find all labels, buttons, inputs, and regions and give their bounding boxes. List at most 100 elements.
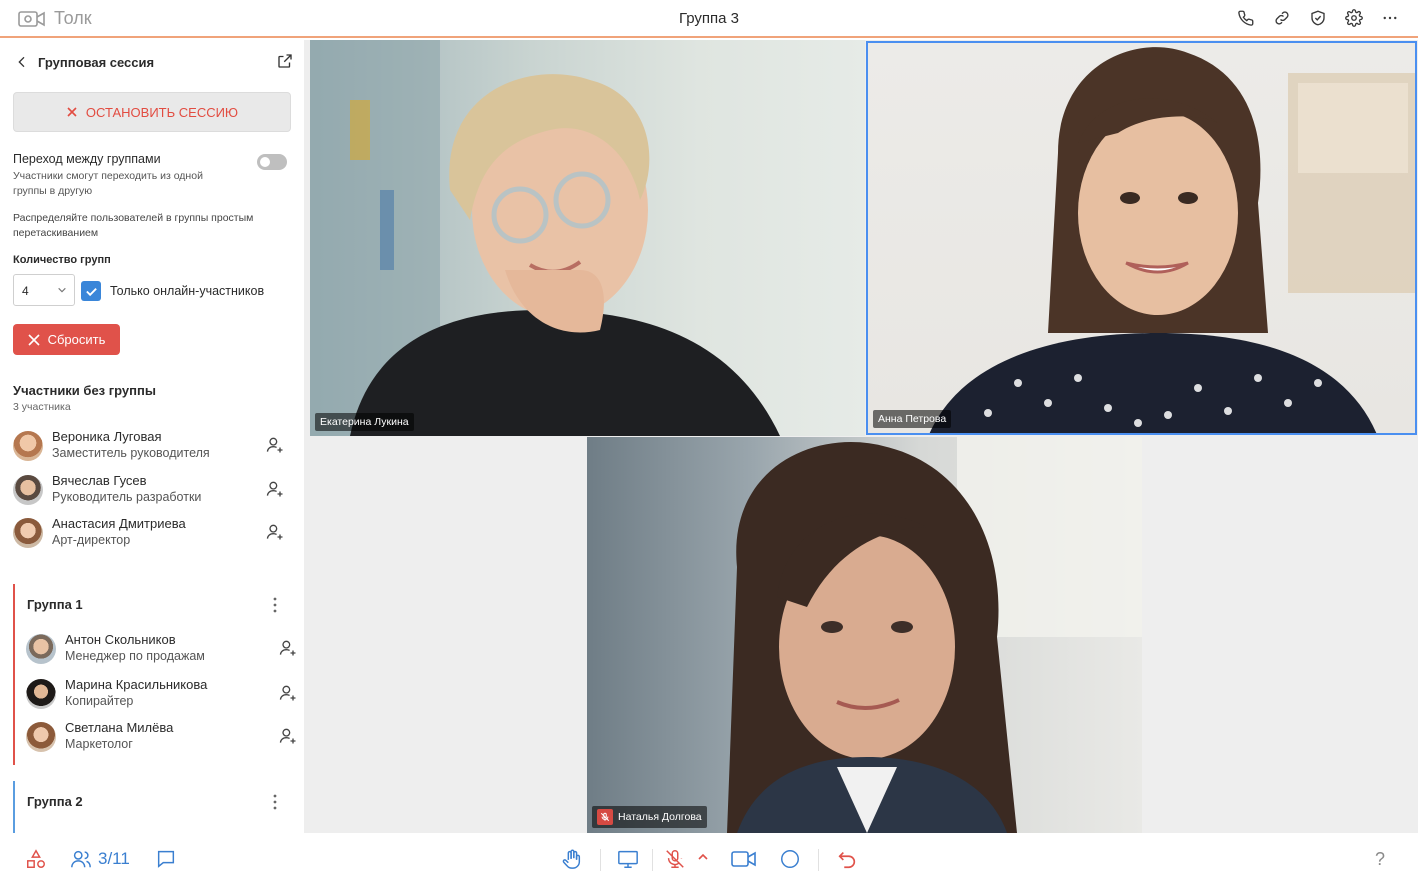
video-stage: Екатерина Лукина Анна Петрова Наталья До…	[304, 40, 1418, 833]
participant-video	[727, 437, 1142, 833]
participant-label: Анна Петрова	[873, 410, 952, 428]
reset-button[interactable]: Сбросить	[13, 324, 120, 355]
record-icon	[781, 850, 799, 868]
sidebar-header: Групповая сессия	[14, 50, 294, 74]
participant-video	[929, 47, 1415, 433]
list-item[interactable]: Марина Красильникова Копирайтер	[26, 677, 304, 713]
chevron-left-icon[interactable]	[14, 53, 32, 71]
chevron-up-icon	[698, 853, 708, 860]
video-camera-icon	[731, 851, 756, 867]
group-count-value: 4	[22, 284, 29, 298]
participants-button[interactable]: 3/11	[70, 848, 130, 870]
record-button[interactable]	[779, 848, 801, 870]
stop-session-label: ОСТАНОВИТЬ СЕССИЮ	[85, 104, 239, 120]
users-icon	[71, 850, 91, 868]
chat-icon	[157, 850, 175, 868]
reset-label: Сбросить	[47, 332, 106, 347]
participant-name: Вячеслав Гусев	[52, 473, 147, 488]
add-user-icon[interactable]	[265, 522, 285, 542]
ungrouped-count: 3 участника	[13, 401, 71, 413]
external-link-icon[interactable]	[276, 52, 294, 70]
shield-check-icon[interactable]	[1308, 8, 1328, 28]
video-tile[interactable]: Екатерина Лукина	[310, 40, 865, 436]
avatar	[13, 518, 43, 548]
link-icon[interactable]	[1272, 8, 1292, 28]
participant-role: Арт-директор	[52, 533, 131, 547]
leave-button[interactable]	[836, 848, 858, 870]
list-item[interactable]: Светлана Милёва Маркетолог	[26, 720, 304, 756]
group-card-1[interactable]: Группа 1 Антон Скольников Менеджер по пр…	[13, 584, 304, 765]
participant-name: Вероника Луговая	[52, 429, 162, 444]
add-user-icon[interactable]	[265, 435, 285, 455]
more-vertical-icon[interactable]	[268, 793, 282, 811]
participant-name: Анастасия Дмитриева	[52, 516, 186, 531]
drag-hint: Распределяйте пользователей в группы про…	[13, 212, 254, 239]
mic-off-icon	[597, 809, 613, 825]
close-icon	[28, 333, 40, 346]
check-icon	[85, 287, 97, 296]
video-tile-active[interactable]: Анна Петрова	[866, 41, 1417, 435]
participant-label: Наталья Долгова	[592, 806, 707, 828]
microphone-button[interactable]	[664, 848, 686, 870]
hand-icon	[562, 849, 581, 869]
avatar	[26, 679, 56, 709]
gear-icon[interactable]	[1344, 8, 1364, 28]
phone-icon[interactable]	[1236, 8, 1256, 28]
group-title: Группа 2	[27, 794, 83, 809]
help-button[interactable]: ?	[1375, 849, 1385, 870]
add-user-icon[interactable]	[278, 683, 298, 703]
monitor-icon	[618, 850, 638, 868]
group-switch-toggle[interactable]	[257, 154, 287, 170]
group-count-select[interactable]: 4	[13, 274, 75, 306]
group-switch-label: Переход между группами	[13, 152, 161, 166]
top-actions	[1236, 8, 1400, 28]
top-bar: Толк Группа 3	[0, 0, 1418, 38]
video-tile[interactable]: Наталья Долгова	[587, 437, 1142, 833]
divider	[600, 849, 601, 871]
more-horizontal-icon[interactable]	[1380, 8, 1400, 28]
return-icon	[838, 851, 856, 869]
group-count-label: Количество групп	[13, 254, 111, 266]
participant-name: Светлана Милёва	[65, 720, 174, 735]
stop-session-button[interactable]: ОСТАНОВИТЬ СЕССИЮ	[13, 92, 291, 132]
avatar	[26, 722, 56, 752]
participant-name: Анна Петрова	[878, 413, 947, 425]
sidebar-title: Групповая сессия	[38, 54, 155, 70]
participant-label: Екатерина Лукина	[315, 413, 414, 431]
close-icon	[67, 107, 77, 117]
participant-role: Копирайтер	[65, 694, 134, 708]
avatar	[13, 475, 43, 505]
online-only-checkbox[interactable]	[81, 281, 101, 301]
raise-hand-button[interactable]	[561, 848, 583, 870]
screen-share-button[interactable]	[617, 848, 639, 870]
shapes-icon	[27, 849, 45, 868]
list-item[interactable]: Вероника Луговая Заместитель руководител…	[13, 429, 291, 465]
participant-name: Екатерина Лукина	[320, 416, 409, 428]
chat-button[interactable]	[155, 848, 177, 870]
session-sidebar: Групповая сессия ОСТАНОВИТЬ СЕССИЮ Перех…	[0, 40, 304, 833]
participant-role: Маркетолог	[65, 737, 133, 751]
participants-count: 3/11	[98, 849, 130, 868]
add-user-icon[interactable]	[265, 479, 285, 499]
app-window: Толк Группа 3 Групповая сессия ОСТАНОВИТ…	[0, 0, 1418, 887]
participant-role: Заместитель руководителя	[52, 446, 210, 460]
add-user-icon[interactable]	[278, 726, 298, 746]
add-user-icon[interactable]	[278, 638, 298, 658]
online-only-label: Только онлайн-участников	[110, 284, 265, 298]
shapes-button[interactable]	[25, 848, 47, 870]
bottom-toolbar: 3/11 ?	[0, 833, 1418, 887]
group-card-2[interactable]: Группа 2	[13, 781, 304, 833]
camera-button[interactable]	[731, 848, 757, 870]
chevron-down-icon	[58, 287, 66, 293]
list-item[interactable]: Анастасия Дмитриева Арт-директор	[13, 516, 291, 552]
list-item[interactable]: Антон Скольников Менеджер по продажам	[26, 632, 304, 668]
more-vertical-icon[interactable]	[268, 596, 282, 614]
avatar	[13, 431, 43, 461]
mic-options-button[interactable]	[697, 851, 709, 863]
participant-video	[310, 40, 780, 436]
list-item[interactable]: Вячеслав Гусев Руководитель разработки	[13, 473, 291, 509]
participant-name: Антон Скольников	[65, 632, 176, 647]
help-label: ?	[1375, 849, 1386, 869]
divider	[818, 849, 819, 871]
participant-name: Наталья Долгова	[618, 811, 702, 823]
